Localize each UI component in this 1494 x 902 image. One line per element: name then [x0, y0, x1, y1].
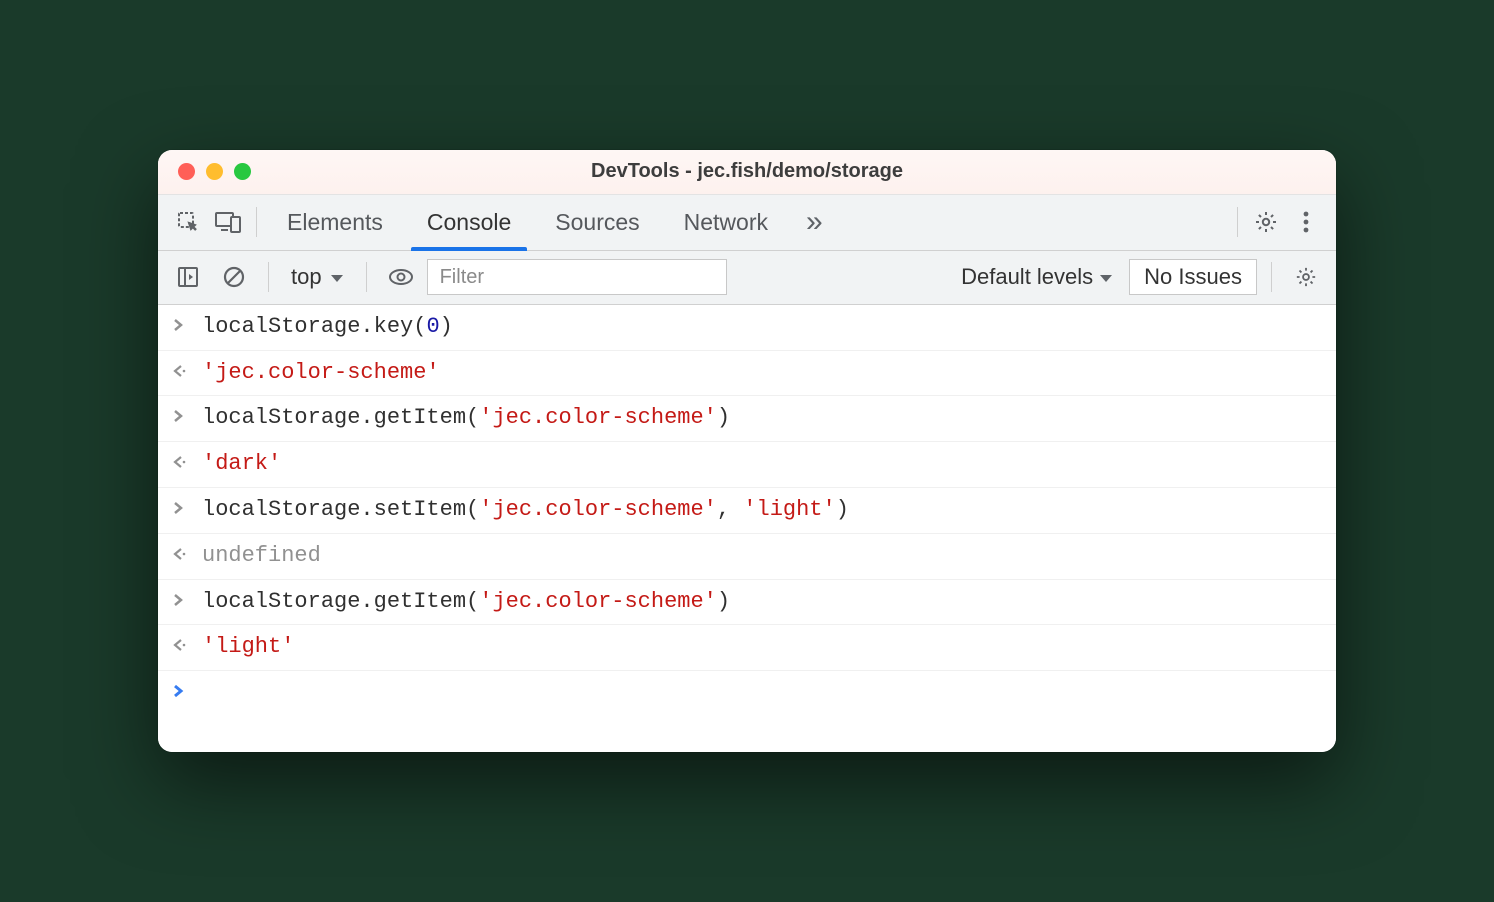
console-input-row: localStorage.getItem('jec.color-scheme'): [158, 580, 1336, 626]
main-tabbar: Elements Console Sources Network »: [158, 195, 1336, 251]
filter-input[interactable]: [427, 259, 727, 295]
devtools-window: DevTools - jec.fish/demo/storage Element…: [158, 150, 1336, 753]
panel-tabs: Elements Console Sources Network: [265, 195, 790, 250]
console-input-row: localStorage.getItem('jec.color-scheme'): [158, 396, 1336, 442]
live-expression-icon[interactable]: [381, 257, 421, 297]
clear-console-icon[interactable]: [214, 257, 254, 297]
log-levels-selector[interactable]: Default levels: [951, 264, 1123, 290]
prompt-chevron-icon: [172, 678, 192, 705]
window-title: DevTools - jec.fish/demo/storage: [158, 160, 1336, 183]
console-code: undefined: [202, 541, 321, 572]
toggle-sidebar-icon[interactable]: [168, 257, 208, 297]
inspect-element-icon[interactable]: [168, 202, 208, 242]
input-chevron-icon: [172, 312, 192, 339]
levels-label: Default levels: [961, 264, 1093, 290]
tab-elements[interactable]: Elements: [265, 195, 405, 250]
output-chevron-icon: [172, 358, 192, 385]
context-selector[interactable]: top: [283, 264, 352, 290]
console-input-row: localStorage.setItem('jec.color-scheme',…: [158, 488, 1336, 534]
output-chevron-icon: [172, 632, 192, 659]
kebab-menu-icon[interactable]: [1286, 202, 1326, 242]
output-chevron-icon: [172, 449, 192, 476]
console-output-row: 'jec.color-scheme': [158, 351, 1336, 397]
close-window-button[interactable]: [178, 163, 195, 180]
minimize-window-button[interactable]: [206, 163, 223, 180]
settings-icon[interactable]: [1246, 202, 1286, 242]
console-code: localStorage.key(0): [202, 312, 453, 343]
console-input-row: localStorage.key(0): [158, 305, 1336, 351]
maximize-window-button[interactable]: [234, 163, 251, 180]
console-output-row: undefined: [158, 534, 1336, 580]
dropdown-arrow-icon: [1099, 264, 1113, 290]
console-output-row: 'dark': [158, 442, 1336, 488]
console-settings-icon[interactable]: [1286, 257, 1326, 297]
console-output-row: 'light': [158, 625, 1336, 671]
issues-button[interactable]: No Issues: [1129, 259, 1257, 295]
console-code: 'dark': [202, 449, 281, 480]
console-code: localStorage.setItem('jec.color-scheme',…: [202, 495, 849, 526]
console-code: 'jec.color-scheme': [202, 358, 440, 389]
console-prompt-row: [158, 671, 1336, 712]
divider: [366, 262, 367, 292]
divider: [268, 262, 269, 292]
dropdown-arrow-icon: [330, 264, 344, 290]
output-chevron-icon: [172, 541, 192, 568]
input-chevron-icon: [172, 403, 192, 430]
tab-network[interactable]: Network: [662, 195, 790, 250]
device-toolbar-icon[interactable]: [208, 202, 248, 242]
console-code: 'light': [202, 632, 294, 663]
titlebar: DevTools - jec.fish/demo/storage: [158, 150, 1336, 195]
divider: [1237, 207, 1238, 237]
context-label: top: [291, 264, 322, 290]
tab-sources[interactable]: Sources: [533, 195, 661, 250]
console-code: localStorage.getItem('jec.color-scheme'): [202, 403, 730, 434]
console-toolbar: top Default levels No Issues: [158, 251, 1336, 305]
input-chevron-icon: [172, 495, 192, 522]
console-code: localStorage.getItem('jec.color-scheme'): [202, 587, 730, 618]
tab-console[interactable]: Console: [405, 195, 533, 250]
more-tabs-button[interactable]: »: [790, 205, 839, 239]
traffic-lights: [158, 163, 251, 180]
divider: [1271, 262, 1272, 292]
input-chevron-icon: [172, 587, 192, 614]
console-output[interactable]: localStorage.key(0) 'jec.color-scheme' loc…: [158, 305, 1336, 753]
divider: [256, 207, 257, 237]
